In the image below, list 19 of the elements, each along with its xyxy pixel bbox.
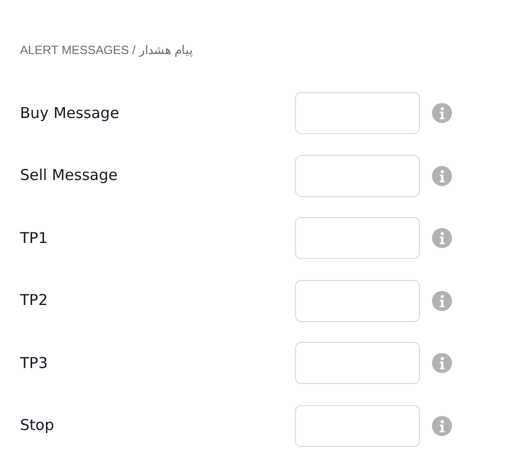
info-icon[interactable] [432, 416, 452, 436]
info-icon[interactable] [432, 228, 452, 248]
field-label: Buy Message [20, 102, 120, 124]
field-label: TP1 [20, 228, 49, 249]
info-icon[interactable] [432, 166, 452, 186]
info-icon[interactable] [432, 103, 452, 123]
field-label: Stop [20, 415, 56, 436]
field-label: Sell Message [20, 165, 119, 186]
info-icon[interactable] [432, 353, 452, 373]
input-field[interactable] [295, 154, 420, 196]
info-icon[interactable] [432, 290, 452, 310]
input-field[interactable] [295, 92, 420, 134]
input-field[interactable] [295, 217, 420, 259]
section-title: ALERT MESSAGES / پیام هشدار [20, 42, 194, 59]
input-field[interactable] [295, 280, 420, 322]
field-label: TP2 [20, 290, 49, 312]
input-field[interactable] [295, 342, 420, 384]
field-label: TP3 [20, 352, 49, 374]
input-field[interactable] [295, 404, 420, 446]
